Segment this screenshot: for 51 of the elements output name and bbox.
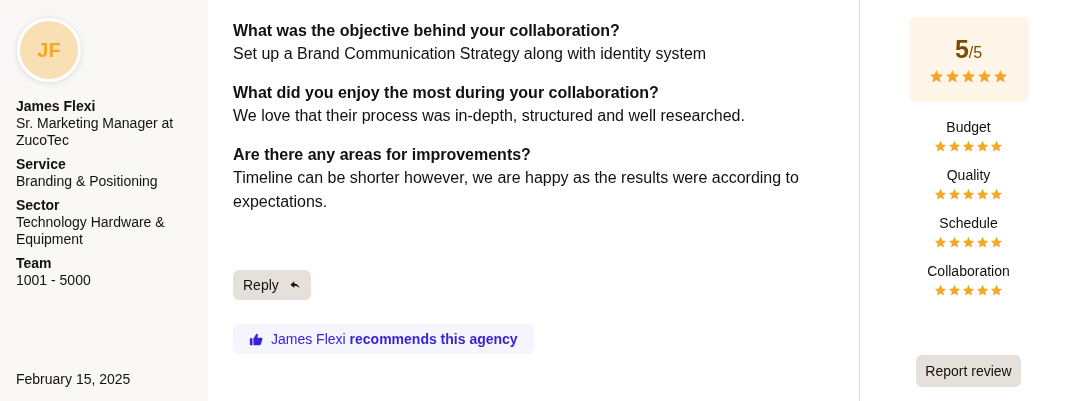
star-icon [948,284,961,297]
review-date: February 15, 2025 [16,371,132,387]
star-icon [977,69,992,84]
star-icon [976,140,989,153]
star-icon [990,284,1003,297]
rating-label: Collaboration [927,263,1010,279]
reply-button[interactable]: Reply [233,270,311,300]
star-icon [934,140,947,153]
star-icon [962,188,975,201]
detail-value: 1001 - 5000 [16,272,92,289]
rating-label: Quality [946,167,991,183]
avatar: JF [17,18,81,82]
star-icon [948,188,961,201]
question-text: What did you enjoy the most during your collaboration? [233,83,660,103]
star-icon [945,69,960,84]
rating-label: Schedule [939,215,998,231]
recommendation-text: James Flexi recommends this agency [271,331,518,347]
question-text: What was the objective behind your collaboration? [233,21,621,41]
star-icon [962,284,975,297]
detail-label: Service [16,156,67,173]
star-icon [993,69,1008,84]
star-icon [934,236,947,249]
thumbs-up-icon [249,332,263,346]
star-icon [948,140,961,153]
reviewer-role: Sr. Marketing Manager at ZucoTec [16,115,174,149]
score-max: /5 [968,44,983,61]
answer-text: Set up a Brand Communication Strategy along with identity system [233,44,708,64]
reviewer-name: James Flexi [16,98,97,115]
star-icon [976,188,989,201]
star-icon [990,236,1003,249]
detail-value: Technology Hardware & Equipment [16,214,166,248]
star-icon [976,236,989,249]
star-icon [976,284,989,297]
detail-label: Sector [16,197,61,214]
star-icon [962,236,975,249]
star-icon [961,69,976,84]
overall-score: 5 [954,35,969,63]
question-text: Are there any areas for improvements? [233,145,532,165]
detail-label: Team [16,255,53,272]
answer-text: We love that their process was in-depth, structured and well researched. [233,106,746,126]
star-icon [934,284,947,297]
star-icon [990,140,1003,153]
report-review-button[interactable]: Report review [916,355,1021,387]
star-icon [948,236,961,249]
answer-text: Timeline can be shorter however, we are happy as the results were according to expectations. [233,168,800,212]
star-icon [934,188,947,201]
rating-label: Budget [946,119,991,135]
star-icon [962,140,975,153]
star-icon [990,188,1003,201]
star-icon [929,69,944,84]
detail-value: Branding & Positioning [16,173,159,190]
